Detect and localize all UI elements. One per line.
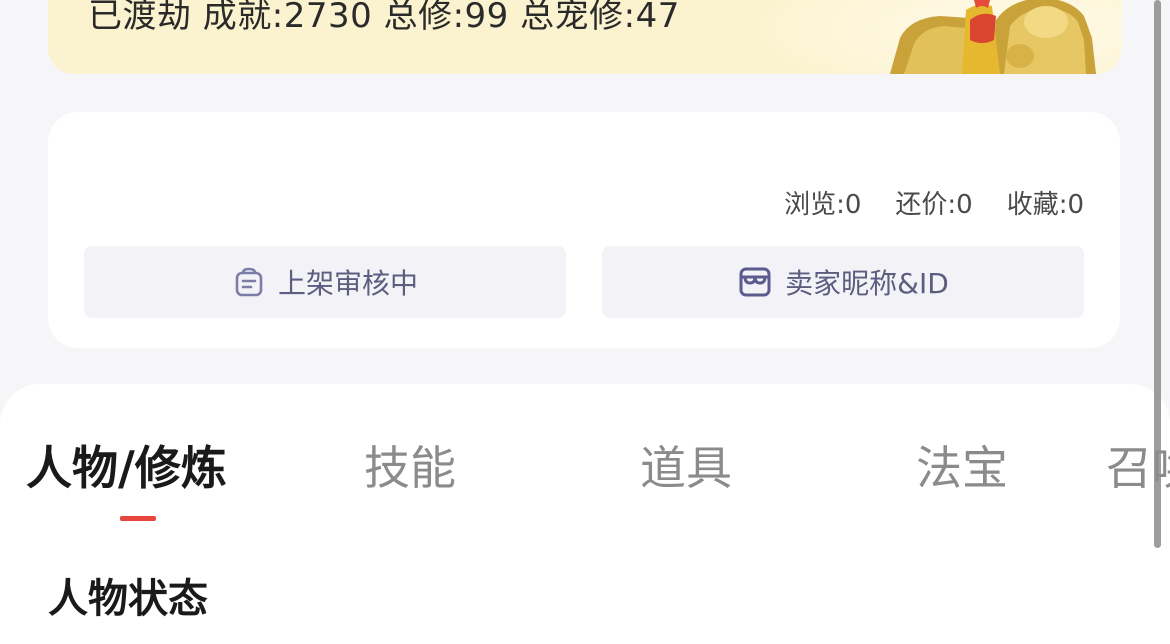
- tab-character-cultivation[interactable]: 人物/修炼: [26, 438, 227, 498]
- category-tabs: 人物/修炼 技能 道具 法宝 召唤: [0, 438, 1170, 498]
- seller-info-button[interactable]: 卖家昵称&ID: [602, 246, 1084, 318]
- listing-counters: 浏览:0 还价:0 收藏:0: [784, 184, 1084, 221]
- favorite-count: 收藏:0: [1006, 190, 1084, 220]
- offer-count: 还价:0: [895, 190, 973, 220]
- vertical-scrollbar[interactable]: [1154, 0, 1161, 548]
- listing-status-button[interactable]: 上架审核中: [84, 246, 566, 318]
- seller-info-label: 卖家昵称&ID: [785, 267, 949, 300]
- view-count: 浏览:0: [784, 190, 862, 220]
- active-tab-indicator: [120, 516, 156, 521]
- tab-treasures[interactable]: 法宝: [916, 438, 1008, 498]
- account-summary-card: 已渡劫 成就:2730 总修:99 总宠修:47: [48, 0, 1122, 74]
- listing-info-card: 浏览:0 还价:0 收藏:0 上架审核中 卖家昵称&ID: [48, 112, 1120, 348]
- listing-status-label: 上架审核中: [277, 267, 418, 300]
- tab-skills[interactable]: 技能: [364, 438, 456, 498]
- store-icon: [739, 267, 771, 297]
- section-title-character-status: 人物状态: [48, 576, 208, 622]
- character-illustration: [890, 0, 1096, 74]
- tab-items[interactable]: 道具: [640, 438, 732, 498]
- bag-icon: [235, 267, 263, 297]
- account-stats-line: 已渡劫 成就:2730 总修:99 总宠修:47: [88, 0, 680, 36]
